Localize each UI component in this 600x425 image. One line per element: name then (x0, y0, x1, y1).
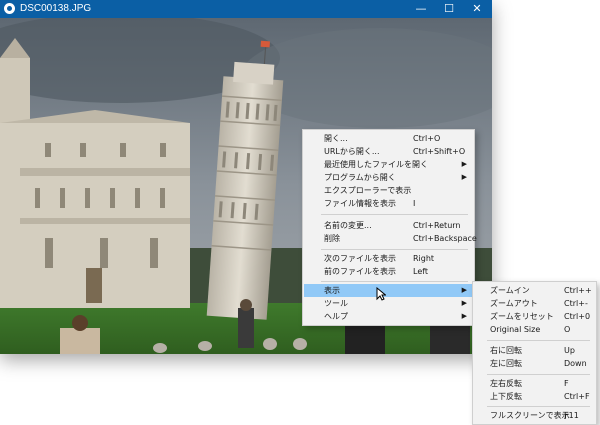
submenu-item-original-size[interactable]: Original Size O (474, 323, 595, 336)
menu-item-show-in-explorer[interactable]: エクスプローラーで表示 (304, 184, 473, 197)
menu-item-shortcut: F11 (564, 411, 579, 420)
menu-item-label: 次のファイルを表示 (324, 254, 396, 263)
menu-item-label: 開く... (324, 134, 348, 143)
menu-separator (321, 281, 468, 282)
menu-item-shortcut: O (564, 325, 571, 334)
menu-item-shortcut: Ctrl+- (564, 299, 588, 308)
menu-item-label: 最近使用したファイルを開く (324, 160, 428, 169)
menu-item-label: 削除 (324, 234, 340, 243)
menu-separator (321, 249, 468, 250)
submenu-item-zoom-reset[interactable]: ズームをリセット Ctrl+0 (474, 310, 595, 323)
menu-item-recent-files[interactable]: 最近使用したファイルを開く ▶ (304, 158, 473, 171)
menu-item-label: ヘルプ (324, 312, 348, 321)
menu-item-shortcut: I (413, 199, 416, 208)
submenu-arrow-icon: ▶ (461, 286, 467, 294)
menu-item-shortcut: F (564, 379, 569, 388)
submenu-arrow-icon: ▶ (461, 160, 467, 168)
menu-item-shortcut: Up (564, 346, 575, 355)
minimize-button[interactable]: — (408, 0, 434, 18)
menu-item-shortcut: Ctrl+F (564, 392, 590, 401)
menu-item-label: 左に回転 (490, 359, 522, 368)
submenu-item-flip-vertical[interactable]: 上下反転 Ctrl+F (474, 390, 595, 403)
menu-item-delete[interactable]: 削除 Ctrl+Backspace (304, 232, 477, 245)
menu-item-shortcut: Ctrl+Return (413, 221, 461, 230)
menu-item-shortcut: Ctrl+O (413, 134, 441, 143)
window-title: DSC00138.JPG (20, 3, 92, 14)
menu-item-shortcut: Ctrl+Shift+O (413, 147, 466, 156)
menu-item-next-file[interactable]: 次のファイルを表示 Right (304, 252, 473, 265)
menu-item-label: ツール (324, 299, 348, 308)
menu-item-shortcut: Left (413, 267, 429, 276)
menu-item-label: 表示 (324, 286, 340, 295)
menu-item-label: URLから開く... (324, 147, 380, 156)
menu-item-rename[interactable]: 名前の変更... Ctrl+Return (304, 219, 473, 232)
menu-item-shortcut: Ctrl++ (564, 286, 592, 295)
menu-item-shortcut: Ctrl+0 (564, 312, 591, 321)
menu-item-label: 上下反転 (490, 392, 522, 401)
menu-item-file-info[interactable]: ファイル情報を表示 I (304, 197, 473, 210)
menu-item-label: 前のファイルを表示 (324, 267, 396, 276)
mouse-cursor-icon (376, 287, 386, 301)
menu-item-label: プログラムから開く (324, 173, 396, 182)
app-icon (4, 3, 15, 14)
submenu-item-zoom-in[interactable]: ズームイン Ctrl++ (474, 284, 595, 297)
menu-item-label: 左右反転 (490, 379, 522, 388)
menu-item-label: 名前の変更... (324, 221, 372, 230)
maximize-button[interactable]: ☐ (436, 0, 462, 18)
menu-item-help[interactable]: ヘルプ ▶ (304, 310, 473, 323)
menu-item-label: ズームイン (490, 286, 530, 295)
context-menu: 開く... Ctrl+O URLから開く... Ctrl+Shift+O 最近使… (302, 129, 477, 326)
view-submenu: ズームイン Ctrl++ ズームアウト Ctrl+- ズームをリセット Ctrl… (472, 281, 597, 425)
submenu-item-rotate-right[interactable]: 右に回転 Up (474, 344, 595, 357)
menu-item-label: ズームをリセット (490, 312, 554, 321)
submenu-arrow-icon: ▶ (461, 312, 467, 320)
menu-item-label: ズームアウト (490, 299, 538, 308)
menu-item-shortcut: Down (564, 359, 587, 368)
close-button[interactable]: ✕ (464, 0, 490, 18)
menu-separator (321, 214, 468, 215)
menu-item-prev-file[interactable]: 前のファイルを表示 Left (304, 265, 473, 278)
menu-item-open-with[interactable]: プログラムから開く ▶ (304, 171, 473, 184)
menu-separator (487, 340, 590, 341)
submenu-item-fullscreen[interactable]: フルスクリーンで表示 F11 (474, 409, 595, 422)
menu-item-label: 右に回転 (490, 346, 522, 355)
menu-item-label: Original Size (490, 325, 541, 334)
title-bar[interactable]: DSC00138.JPG — ☐ ✕ (0, 0, 492, 18)
menu-item-shortcut: Ctrl+Backspace (413, 234, 477, 243)
menu-item-label: ファイル情報を表示 (324, 199, 396, 208)
submenu-item-rotate-left[interactable]: 左に回転 Down (474, 357, 595, 370)
menu-item-label: フルスクリーンで表示 (490, 411, 570, 420)
menu-item-view[interactable]: 表示 ▶ (304, 284, 473, 297)
menu-separator (487, 374, 590, 375)
menu-item-open[interactable]: 開く... Ctrl+O (304, 132, 473, 145)
submenu-item-flip-horizontal[interactable]: 左右反転 F (474, 377, 595, 390)
menu-item-tools[interactable]: ツール ▶ (304, 297, 473, 310)
submenu-item-zoom-out[interactable]: ズームアウト Ctrl+- (474, 297, 595, 310)
submenu-arrow-icon: ▶ (461, 173, 467, 181)
menu-item-shortcut: Right (413, 254, 435, 263)
menu-item-label: エクスプローラーで表示 (324, 186, 412, 195)
menu-separator (487, 406, 590, 407)
submenu-arrow-icon: ▶ (461, 299, 467, 307)
menu-item-open-url[interactable]: URLから開く... Ctrl+Shift+O (304, 145, 473, 158)
